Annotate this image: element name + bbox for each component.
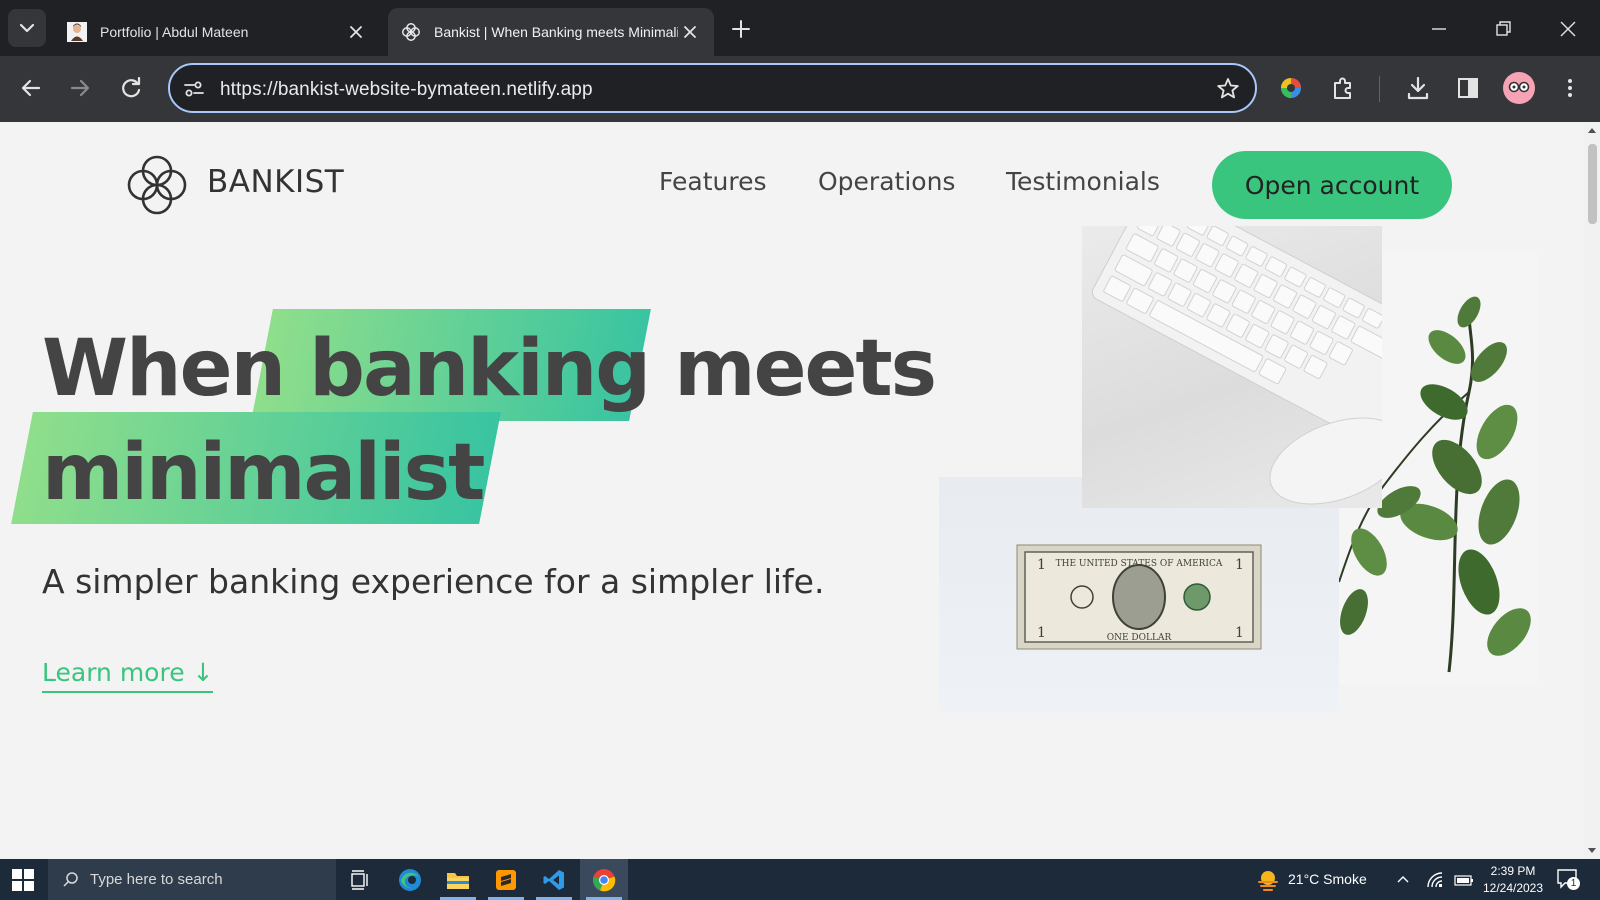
nav-link-operations[interactable]: Operations — [818, 167, 955, 196]
minimize-icon[interactable] — [1424, 14, 1454, 44]
site-settings-icon[interactable] — [182, 77, 206, 101]
tab-portfolio[interactable]: Portfolio | Abdul Mateen — [54, 8, 380, 56]
svg-text:1: 1 — [1235, 557, 1244, 573]
close-tab-icon[interactable] — [678, 20, 702, 44]
search-placeholder: Type here to search — [90, 871, 223, 888]
restore-icon[interactable] — [1488, 14, 1518, 44]
taskbar-vscode[interactable] — [530, 859, 578, 900]
download-icon[interactable] — [1402, 72, 1434, 104]
task-view-icon — [351, 869, 368, 890]
nav-link-testimonials[interactable]: Testimonials — [1006, 167, 1160, 196]
page-scrollbar[interactable] — [1584, 122, 1600, 859]
notification-center[interactable]: 1 — [1556, 868, 1580, 890]
svg-text:THE UNITED STATES OF AMERICA: THE UNITED STATES OF AMERICA — [1056, 559, 1223, 569]
browser-tab-bar: Portfolio | Abdul Mateen Bankist | When … — [0, 0, 1600, 56]
menu-kebab-icon[interactable] — [1554, 72, 1586, 104]
taskbar-search-box[interactable]: Type here to search — [48, 859, 336, 900]
svg-text:1: 1 — [1037, 557, 1046, 573]
headline-word: meets — [674, 324, 937, 414]
toolbar-divider — [1379, 76, 1380, 102]
headline-highlight: minimalist — [42, 428, 485, 518]
svg-text:1: 1 — [1037, 625, 1046, 641]
vscode-icon — [543, 869, 564, 890]
reload-icon[interactable] — [115, 72, 147, 104]
windows-taskbar: Type here to search 21°C Smoke 2:39 PM 1… — [0, 859, 1600, 900]
brand-name[interactable]: BANKIST — [207, 164, 344, 200]
portfolio-favicon-icon — [67, 22, 87, 42]
web-page: BANKIST Features Operations Testimonials… — [0, 122, 1584, 859]
windows-start-icon[interactable] — [12, 869, 34, 891]
nav-link-features[interactable]: Features — [659, 167, 767, 196]
taskbar-clock[interactable]: 2:39 PM 12/24/2023 — [1478, 863, 1548, 897]
network-icon[interactable] — [1426, 871, 1444, 889]
chrome-icon — [592, 868, 616, 891]
scrollbar-thumb[interactable] — [1588, 144, 1597, 224]
open-account-button[interactable]: Open account — [1212, 151, 1452, 219]
taskbar-edge[interactable] — [386, 859, 434, 900]
bankist-favicon-icon — [402, 23, 420, 41]
learn-more-link[interactable]: Learn more ↓ — [42, 658, 214, 693]
notification-count: 1 — [1567, 877, 1580, 890]
hero-subheading: A simpler banking experience for a simpl… — [42, 562, 825, 601]
battery-icon[interactable] — [1454, 872, 1474, 888]
search-icon — [63, 871, 78, 887]
bankist-logo-icon[interactable] — [124, 152, 190, 218]
svg-text:1: 1 — [1235, 625, 1244, 641]
task-view-button[interactable] — [336, 859, 384, 900]
headline-word: When — [42, 324, 286, 414]
scroll-down-icon[interactable] — [1587, 847, 1597, 855]
close-window-icon[interactable] — [1553, 14, 1583, 44]
taskbar-sublime-text[interactable] — [482, 859, 530, 900]
scroll-up-icon[interactable] — [1587, 126, 1597, 134]
weather-haze-icon[interactable] — [1256, 868, 1280, 892]
clock-time: 2:39 PM — [1490, 864, 1536, 878]
edge-icon — [399, 868, 421, 891]
hero-dollar-image: THE UNITED STATES OF AMERICA ONE DOLLAR … — [939, 477, 1339, 711]
taskbar-file-explorer[interactable] — [434, 859, 482, 900]
headline-highlight: banking — [309, 324, 651, 414]
extensions-icon[interactable] — [1327, 72, 1359, 104]
bookmark-star-icon[interactable] — [1215, 76, 1241, 102]
url-text: https://bankist-website-bymateen.netlify… — [220, 79, 593, 100]
weather-text[interactable]: 21°C Smoke — [1288, 871, 1367, 887]
address-bar[interactable]: https://bankist-website-bymateen.netlify… — [168, 63, 1257, 113]
new-tab-icon[interactable] — [728, 16, 754, 42]
tab-search-button[interactable] — [8, 9, 46, 47]
color-extension-icon[interactable] — [1275, 72, 1307, 104]
show-hidden-icons-icon[interactable] — [1396, 873, 1410, 885]
clock-date: 12/24/2023 — [1482, 881, 1544, 895]
chevron-down-icon — [19, 23, 35, 33]
hero-keyboard-image — [1082, 183, 1431, 508]
close-tab-icon[interactable] — [344, 20, 368, 44]
tab-title: Portfolio | Abdul Mateen — [100, 24, 249, 40]
side-panel-icon[interactable] — [1452, 72, 1484, 104]
taskbar-chrome[interactable] — [580, 859, 628, 900]
back-icon[interactable] — [15, 72, 47, 104]
forward-icon[interactable] — [64, 72, 96, 104]
tab-bankist[interactable]: Bankist | When Banking meets Minimalist — [388, 8, 714, 56]
folder-icon — [447, 872, 469, 889]
sublime-text-icon — [496, 869, 516, 890]
svg-text:ONE DOLLAR: ONE DOLLAR — [1107, 633, 1172, 643]
tab-title: Bankist | When Banking meets Minimalist — [434, 24, 678, 40]
hero-headline: When banking meets minimalist — [42, 317, 942, 525]
browser-toolbar: https://bankist-website-bymateen.netlify… — [0, 56, 1600, 122]
profile-avatar-icon[interactable] — [1502, 71, 1536, 105]
